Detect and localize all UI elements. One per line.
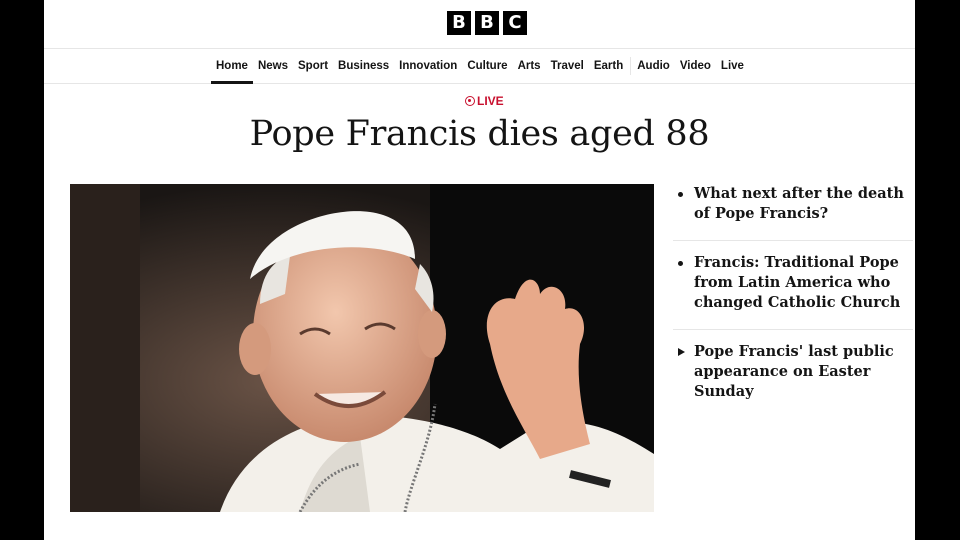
nav-item-news[interactable]: News xyxy=(253,49,293,83)
live-badge[interactable]: LIVE xyxy=(465,93,504,109)
play-icon xyxy=(678,348,685,356)
nav-item-sport[interactable]: Sport xyxy=(293,49,333,83)
logo-letter-b2: B xyxy=(475,11,499,35)
related-story[interactable]: Pope Francis' last public appearance on … xyxy=(673,342,913,418)
logo-letter-b1: B xyxy=(447,11,471,35)
masthead: B B C xyxy=(44,0,915,49)
related-story-title: Pope Francis' last public appearance on … xyxy=(694,343,894,400)
related-stories: What next after the death of Pope Franci… xyxy=(673,184,913,430)
nav-item-culture[interactable]: Culture xyxy=(462,49,512,83)
live-icon xyxy=(465,96,475,106)
nav-item-arts[interactable]: Arts xyxy=(513,49,546,83)
nav-item-earth[interactable]: Earth xyxy=(589,49,628,83)
nav-item-audio[interactable]: Audio xyxy=(630,57,675,75)
logo-letter-c: C xyxy=(503,11,527,35)
bullet-icon xyxy=(678,261,683,266)
nav-item-live[interactable]: Live xyxy=(716,49,749,83)
nav-item-home[interactable]: Home xyxy=(211,49,253,84)
nav-item-travel[interactable]: Travel xyxy=(546,49,589,83)
hero-photo xyxy=(70,184,654,512)
page-title[interactable]: Pope Francis dies aged 88 xyxy=(44,114,915,154)
related-story[interactable]: What next after the death of Pope Franci… xyxy=(673,184,913,241)
main-navigation: Home News Sport Business Innovation Cult… xyxy=(44,49,915,84)
bbc-logo[interactable]: B B C xyxy=(447,11,527,35)
related-story-title: Francis: Traditional Pope from Latin Ame… xyxy=(694,254,901,311)
bullet-icon xyxy=(678,192,683,197)
nav-item-innovation[interactable]: Innovation xyxy=(394,49,462,83)
nav-item-business[interactable]: Business xyxy=(333,49,394,83)
nav-item-video[interactable]: Video xyxy=(675,49,716,83)
related-story-title: What next after the death of Pope Franci… xyxy=(694,185,904,222)
hero-image[interactable] xyxy=(70,184,654,512)
live-label: LIVE xyxy=(477,94,504,108)
related-story[interactable]: Francis: Traditional Pope from Latin Ame… xyxy=(673,253,913,330)
bbc-homepage: B B C Home News Sport Business Innovatio… xyxy=(44,0,915,540)
